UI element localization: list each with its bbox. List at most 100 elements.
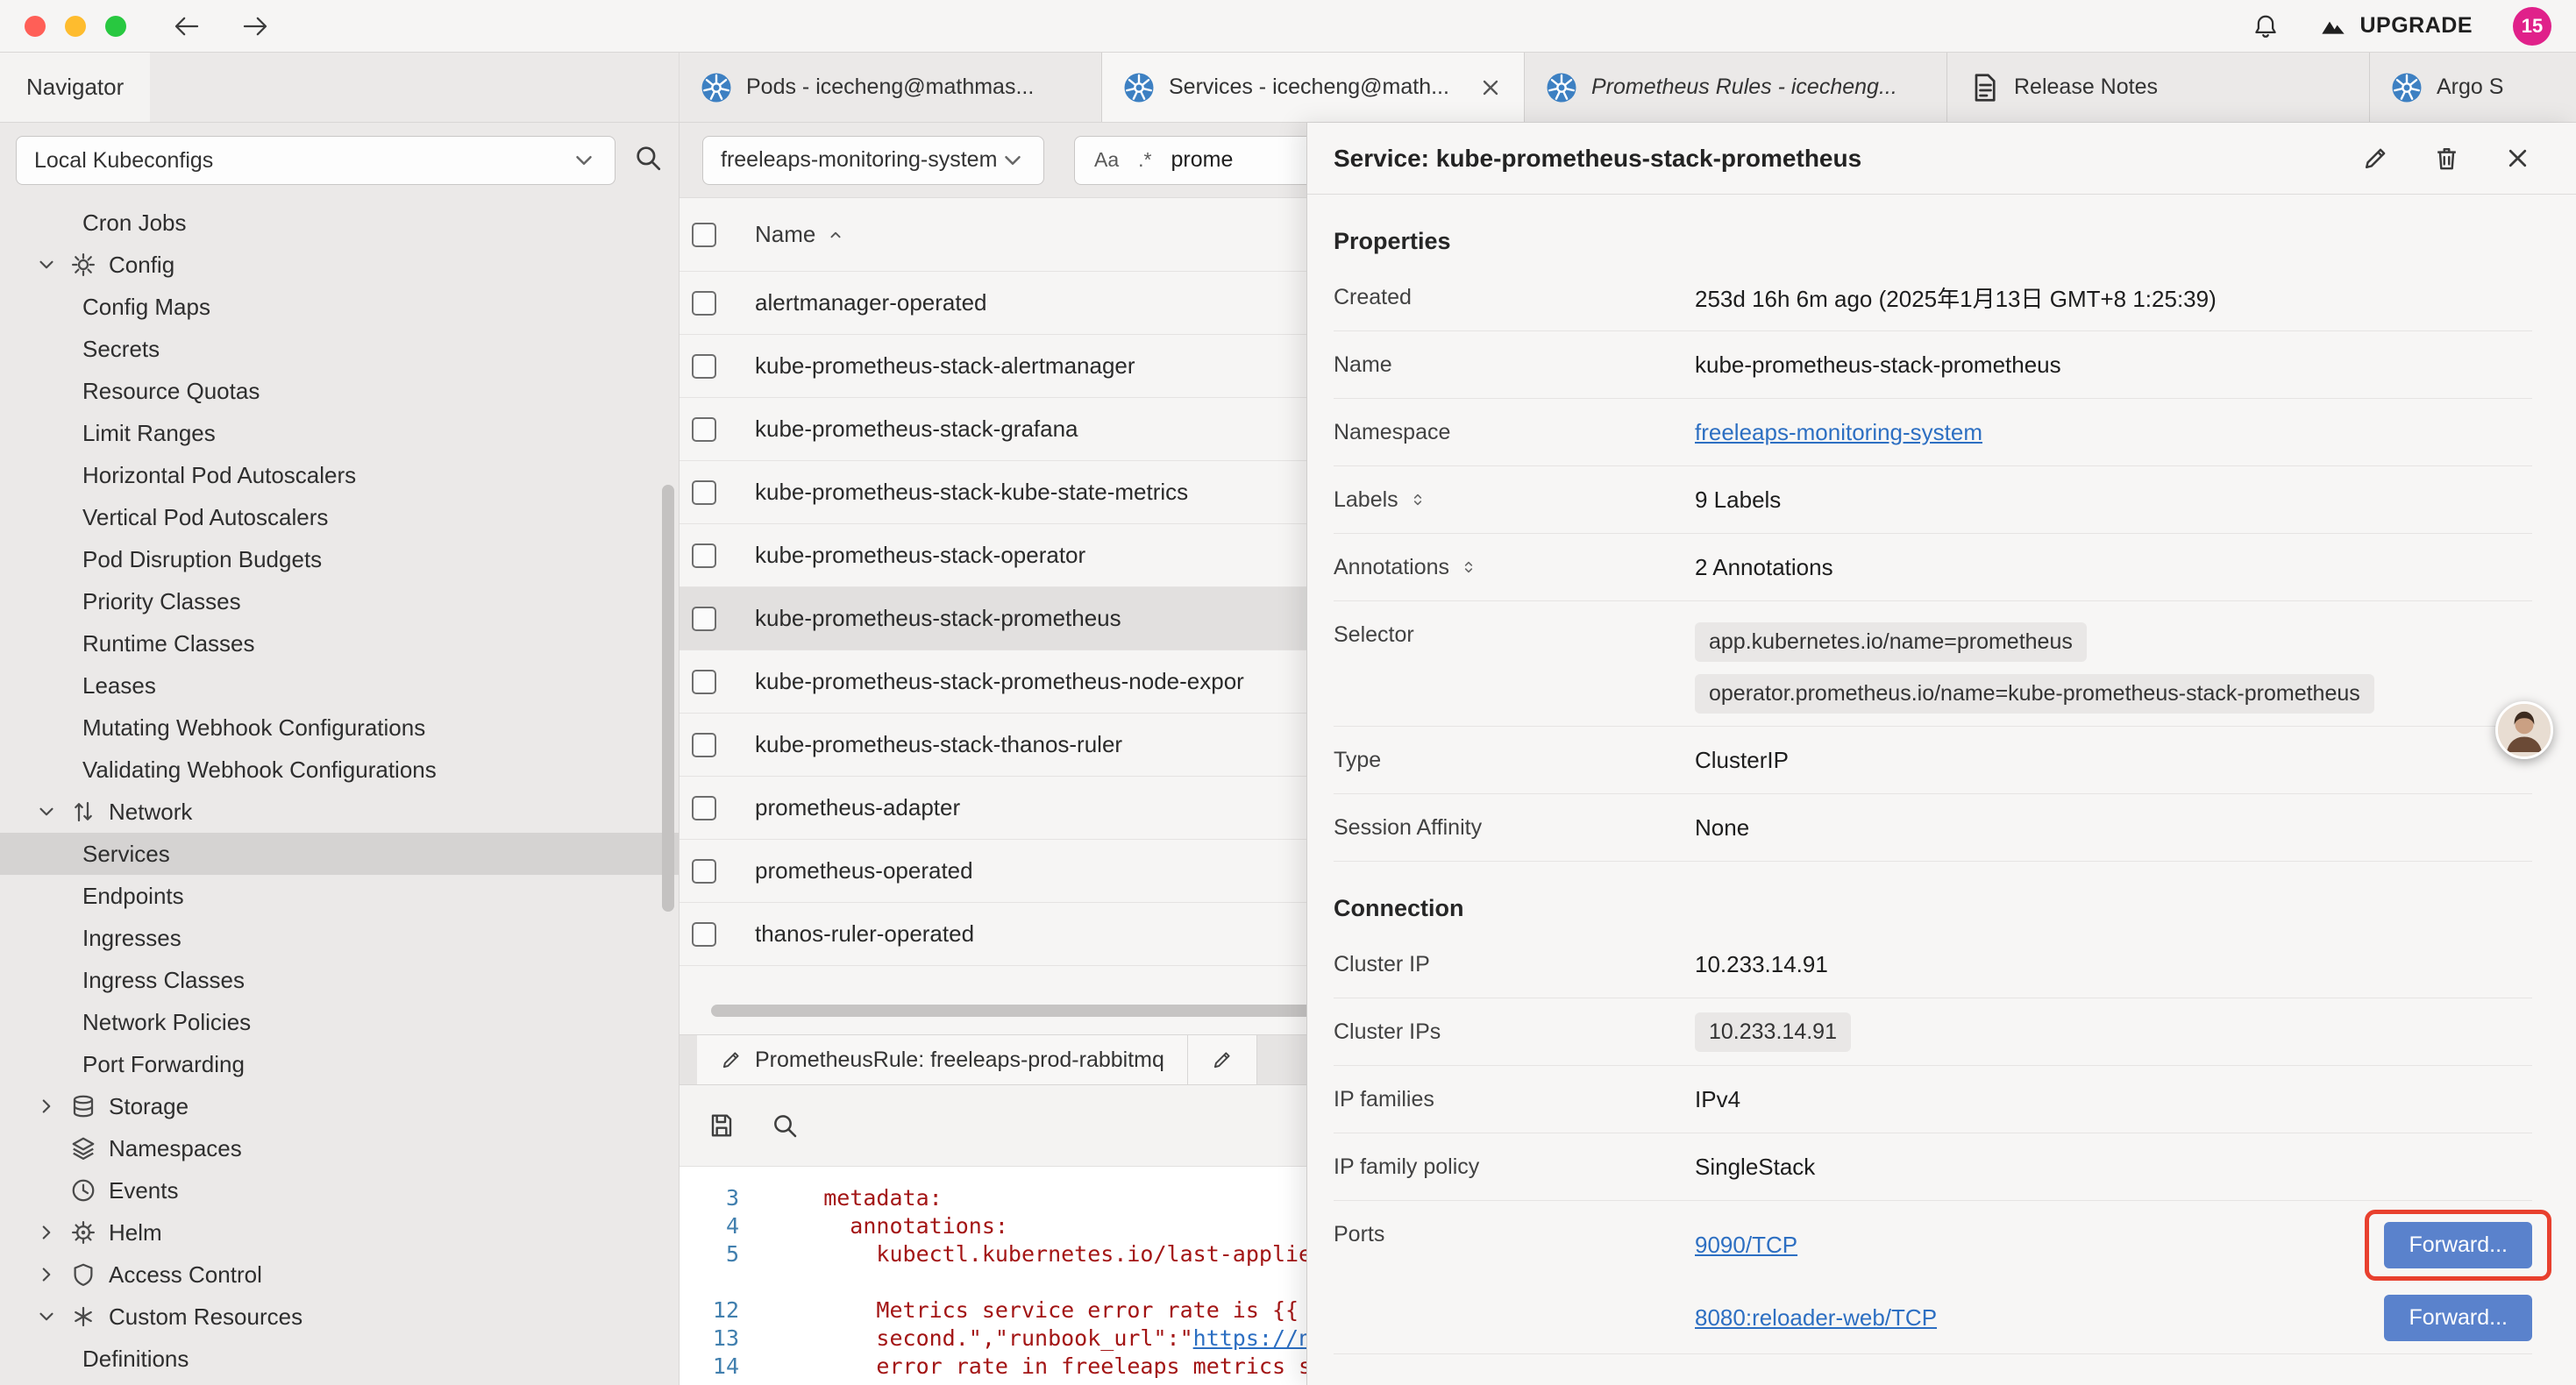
- sidebar-item-network-policies[interactable]: Network Policies: [0, 1001, 679, 1043]
- window-controls: [25, 16, 126, 37]
- sidebar-item-services[interactable]: Services: [0, 833, 679, 875]
- row-checkbox[interactable]: [692, 733, 716, 757]
- close-icon[interactable]: [1478, 75, 1503, 100]
- sidebar-item-horizontal-pod-autoscalers[interactable]: Horizontal Pod Autoscalers: [0, 454, 679, 496]
- notification-count-badge[interactable]: 15: [2513, 7, 2551, 46]
- window-maximize-button[interactable]: [105, 16, 126, 37]
- tab-release-notes[interactable]: Release Notes: [1947, 53, 2370, 122]
- forward-button[interactable]: Forward...: [2384, 1295, 2532, 1341]
- sort-ascending-icon[interactable]: [826, 225, 845, 245]
- sidebar-scrollbar[interactable]: [662, 485, 674, 912]
- sidebar-item-storage[interactable]: Storage: [0, 1085, 679, 1127]
- sidebar-toolbar: Local Kubeconfigs: [0, 123, 679, 198]
- sidebar-item-custom-resources[interactable]: Custom Resources: [0, 1296, 679, 1338]
- chevron-right-icon[interactable]: [35, 1221, 58, 1244]
- window-minimize-button[interactable]: [65, 16, 86, 37]
- sidebar-item-endpoints[interactable]: Endpoints: [0, 875, 679, 917]
- kubernetes-icon: [2391, 72, 2423, 103]
- sidebar-item-leases[interactable]: Leases: [0, 664, 679, 707]
- save-icon[interactable]: [708, 1112, 736, 1140]
- detail-row-type: Type ClusterIP: [1334, 727, 2532, 794]
- window-titlebar: UPGRADE 15: [0, 0, 2576, 53]
- edit-pencil-icon[interactable]: [2361, 144, 2390, 173]
- row-checkbox[interactable]: [692, 480, 716, 505]
- tab-argo[interactable]: Argo S: [2370, 53, 2576, 122]
- sidebar-item-secrets[interactable]: Secrets: [0, 328, 679, 370]
- row-checkbox[interactable]: [692, 543, 716, 568]
- tab-prometheus-rules[interactable]: Prometheus Rules - icecheng...: [1525, 53, 1947, 122]
- sidebar-item-cron-jobs[interactable]: Cron Jobs: [0, 202, 679, 244]
- drawer-actions: [2361, 144, 2532, 173]
- sidebar-item-config-maps[interactable]: Config Maps: [0, 286, 679, 328]
- sidebar-item-port-forwarding[interactable]: Port Forwarding: [0, 1043, 679, 1085]
- sidebar-item-ingresses[interactable]: Ingresses: [0, 917, 679, 959]
- drawer-title: Service: kube-prometheus-stack-prometheu…: [1334, 145, 1861, 173]
- service-details-drawer: Service: kube-prometheus-stack-prometheu…: [1306, 123, 2576, 1385]
- row-checkbox[interactable]: [692, 670, 716, 694]
- sidebar-item-pod-disruption-budgets[interactable]: Pod Disruption Budgets: [0, 538, 679, 580]
- select-all-checkbox[interactable]: [692, 223, 716, 247]
- sidebar-item-helm[interactable]: Helm: [0, 1211, 679, 1254]
- row-checkbox[interactable]: [692, 291, 716, 316]
- avatar-image: [2498, 704, 2551, 756]
- upgrade-button[interactable]: UPGRADE: [2319, 12, 2473, 40]
- detail-row-ports: Ports 9090/TCP Forward... 8080:reloader-…: [1334, 1201, 2532, 1354]
- sidebar-item-limit-ranges[interactable]: Limit Ranges: [0, 412, 679, 454]
- shield-icon: [70, 1261, 96, 1288]
- dock-tab-next[interactable]: [1188, 1035, 1257, 1084]
- chevron-down-icon[interactable]: [35, 1305, 58, 1328]
- search-icon[interactable]: [771, 1112, 799, 1140]
- namespace-select[interactable]: freeleaps-monitoring-system: [702, 136, 1044, 185]
- drawer-header: Service: kube-prometheus-stack-prometheu…: [1307, 123, 2576, 195]
- notifications-bell-icon[interactable]: [2252, 13, 2279, 39]
- row-checkbox[interactable]: [692, 922, 716, 947]
- editor-gutter: 3 4 5 12 13 14: [680, 1184, 753, 1385]
- forward-button[interactable]: Forward...: [2384, 1222, 2532, 1268]
- match-case-toggle[interactable]: Aa: [1094, 148, 1119, 172]
- row-checkbox[interactable]: [692, 417, 716, 442]
- sidebar-item-validating-webhook-configurations[interactable]: Validating Webhook Configurations: [0, 749, 679, 791]
- sidebar-item-priority-classes[interactable]: Priority Classes: [0, 580, 679, 622]
- sidebar-item-mutating-webhook-configurations[interactable]: Mutating Webhook Configurations: [0, 707, 679, 749]
- sidebar-item-namespaces[interactable]: Namespaces: [0, 1127, 679, 1169]
- kubeconfig-select[interactable]: Local Kubeconfigs: [16, 136, 616, 185]
- forward-arrow-icon[interactable]: [240, 11, 270, 41]
- sort-icon[interactable]: [1409, 491, 1427, 508]
- window-close-button[interactable]: [25, 16, 46, 37]
- sidebar-item-config[interactable]: Config: [0, 244, 679, 286]
- chevron-down-icon[interactable]: [35, 253, 58, 276]
- sidebar-item-events[interactable]: Events: [0, 1169, 679, 1211]
- sidebar-item-vertical-pod-autoscalers[interactable]: Vertical Pod Autoscalers: [0, 496, 679, 538]
- chevron-down-icon[interactable]: [35, 800, 58, 823]
- row-checkbox[interactable]: [692, 607, 716, 631]
- port-link-9090[interactable]: 9090/TCP: [1695, 1232, 1797, 1259]
- tab-services[interactable]: Services - icecheng@math...: [1102, 53, 1525, 122]
- port-link-8080-reloader-web[interactable]: 8080:reloader-web/TCP: [1695, 1304, 1937, 1332]
- tab-pods[interactable]: Pods - icecheng@mathmas...: [680, 53, 1102, 122]
- name-column-header[interactable]: Name: [755, 221, 815, 248]
- row-checkbox[interactable]: [692, 796, 716, 820]
- search-icon: [633, 143, 663, 173]
- chevron-right-icon[interactable]: [35, 1263, 58, 1286]
- sidebar-item-resource-quotas[interactable]: Resource Quotas: [0, 370, 679, 412]
- sidebar-item-access-control[interactable]: Access Control: [0, 1254, 679, 1296]
- sidebar-item-network[interactable]: Network: [0, 791, 679, 833]
- close-icon[interactable]: [2503, 144, 2532, 173]
- namespace-link[interactable]: freeleaps-monitoring-system: [1695, 419, 1982, 446]
- clock-icon: [70, 1177, 96, 1204]
- sidebar-search-button[interactable]: [633, 143, 663, 179]
- sidebar-item-runtime-classes[interactable]: Runtime Classes: [0, 622, 679, 664]
- row-checkbox[interactable]: [692, 859, 716, 884]
- chevron-right-icon[interactable]: [35, 1095, 58, 1118]
- sidebar-item-ingress-classes[interactable]: Ingress Classes: [0, 959, 679, 1001]
- sidebar-item-definitions[interactable]: Definitions: [0, 1338, 679, 1380]
- dock-tab-prometheusrule[interactable]: PrometheusRule: freeleaps-prod-rabbitmq: [697, 1035, 1188, 1084]
- regex-toggle[interactable]: .*: [1138, 148, 1151, 172]
- navigator-tab[interactable]: Navigator: [0, 53, 150, 122]
- back-arrow-icon[interactable]: [172, 11, 202, 41]
- delete-trash-icon[interactable]: [2432, 144, 2461, 173]
- user-avatar[interactable]: [2495, 701, 2553, 759]
- row-checkbox[interactable]: [692, 354, 716, 379]
- sort-icon[interactable]: [1460, 558, 1477, 576]
- detail-row-labels: Labels 9 Labels: [1334, 466, 2532, 534]
